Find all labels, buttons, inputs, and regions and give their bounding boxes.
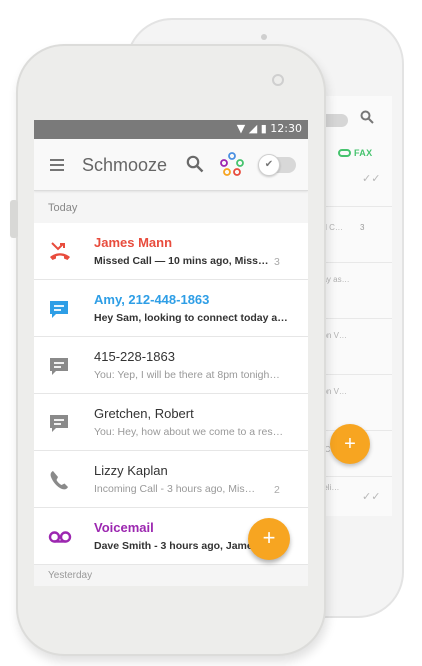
app-screen: ▼ ◢ ▮ 12:30 Schmooze ✔ Today James Mann … [34,120,308,586]
section-header-today: Today [48,202,78,214]
conversation-name: Gretchen, Robert [94,406,194,421]
signal-icon: ◢ [248,122,258,135]
conversation-preview: Dave Smith - 3 hours ago, Jame… [94,540,264,552]
conversation-name: James Mann [94,235,173,250]
voicemail-icon [48,531,72,543]
toggle-knob-check-icon: ✔ [258,154,280,176]
app-title: Schmooze [82,155,168,175]
phone-side-button [10,200,18,238]
front-phone-camera [272,74,284,86]
menu-icon[interactable] [50,159,64,171]
back-phone-camera [261,34,267,40]
conversation-row[interactable]: Lizzy Kaplan Incoming Call - 3 hours ago… [34,451,308,508]
status-time: 12:30 [270,122,302,135]
conversation-name: 415-228-1863 [94,349,175,364]
back-double-check-icon: ✓✓ [362,173,381,185]
conversation-count: 3 [274,256,280,268]
message-icon [50,415,68,432]
conversation-row[interactable]: Amy, 212-448-1863 Hey Sam, looking to co… [34,280,308,337]
conversation-name: Lizzy Kaplan [94,463,168,478]
conversation-preview: Hey Sam, looking to connect today a… [94,312,288,324]
battery-icon: ▮ [260,122,267,135]
back-fax-text: FAX [354,148,373,158]
phone-icon [50,471,68,490]
message-icon [50,358,68,375]
app-bar: Schmooze ✔ [34,139,308,191]
back-row-count: 3 [360,223,365,232]
back-compose-fab[interactable]: + [330,424,370,464]
conversation-name: Voicemail [94,520,154,535]
conversation-row[interactable]: James Mann Missed Call — 10 mins ago, Mi… [34,223,308,280]
compose-fab[interactable]: + [248,518,290,560]
back-fax-label: FAX [338,148,372,158]
conversation-row[interactable]: 415-228-1863 You: Yep, I will be there a… [34,337,308,394]
wifi-icon: ▼ [236,122,246,135]
search-icon[interactable] [186,155,204,173]
contacts-group-icon[interactable] [219,152,245,178]
back-double-check-icon: ✓✓ [362,491,381,503]
back-search-icon [360,110,374,124]
message-icon [50,301,68,318]
section-header-yesterday: Yesterday [48,570,93,581]
conversation-list: James Mann Missed Call — 10 mins ago, Mi… [34,223,308,565]
missed-call-icon [50,242,70,260]
conversation-count: 2 [274,484,280,496]
conversation-preview: Missed Call — 10 mins ago, Miss… [94,255,269,267]
conversation-preview: Incoming Call - 3 hours ago, Mis… [94,483,256,495]
conversation-preview: You: Hey, how about we come to a res… [94,426,284,438]
conversation-preview: You: Yep, I will be there at 8pm tonigh… [94,369,280,381]
conversation-row[interactable]: Gretchen, Robert You: Hey, how about we … [34,394,308,451]
status-bar: ▼ ◢ ▮ 12:30 [34,120,308,139]
mode-toggle[interactable]: ✔ [258,154,296,176]
conversation-name: Amy, 212-448-1863 [94,292,210,307]
status-icons: ▼ ◢ ▮ 12:30 [237,122,302,135]
fax-icon [338,149,351,157]
